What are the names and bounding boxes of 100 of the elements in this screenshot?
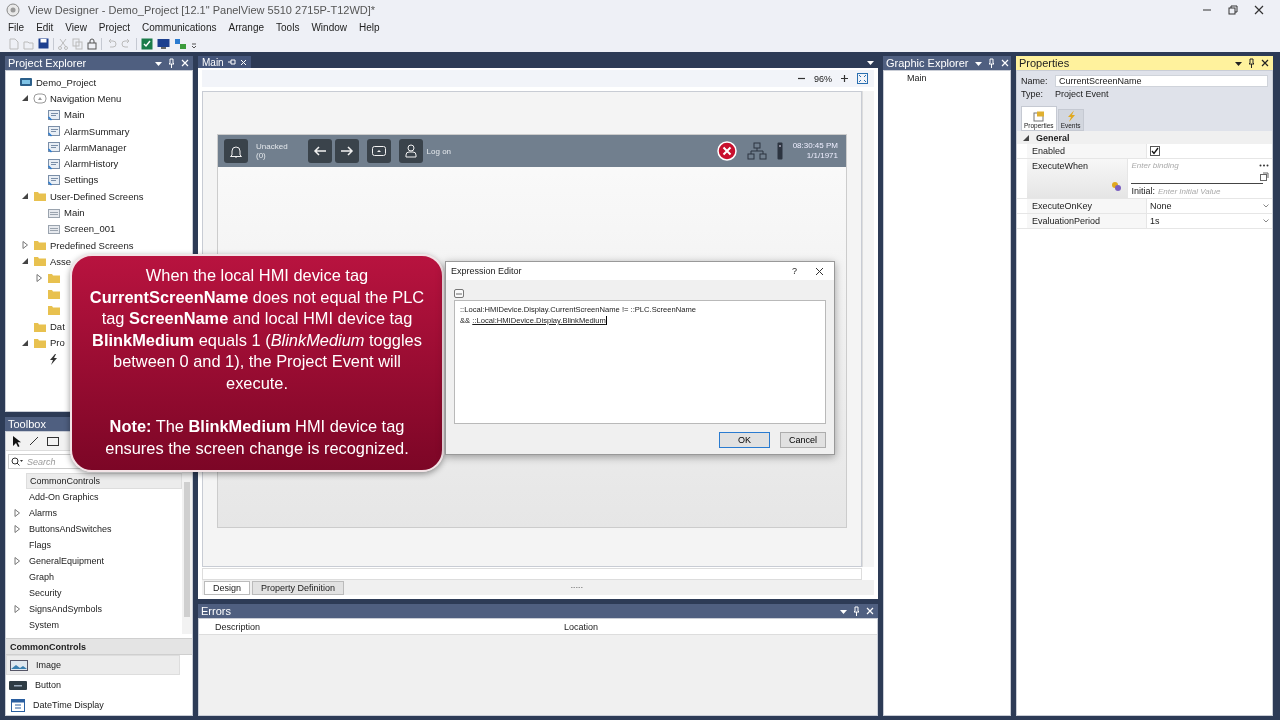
checkbox-icon[interactable] <box>141 37 153 50</box>
tree-item[interactable]: Main <box>64 207 85 218</box>
expand-icon[interactable] <box>1260 172 1269 181</box>
restore-icon[interactable] <box>1228 5 1238 15</box>
dropdown-icon[interactable] <box>155 59 162 67</box>
tree-item[interactable]: AlarmHistory <box>64 158 119 170</box>
toolbox-item[interactable]: Image <box>36 660 61 670</box>
menu-item[interactable]: Project <box>92 22 136 33</box>
initial-value-field[interactable]: Enter Initial Value <box>1158 186 1269 196</box>
close-icon[interactable] <box>815 266 824 276</box>
menu-item[interactable]: Help <box>353 22 386 33</box>
tree-item[interactable]: Pro <box>50 337 65 349</box>
browse-button[interactable] <box>454 289 464 298</box>
dialog-button[interactable]: Cancel <box>780 432 826 448</box>
dropdown-icon[interactable] <box>1235 59 1242 67</box>
menu-item[interactable]: Tools <box>270 22 306 33</box>
tree-item[interactable]: AlarmManager <box>64 141 127 153</box>
binding-field[interactable]: Enter binding <box>1131 161 1256 170</box>
tree-item[interactable]: Navigation Menu <box>50 92 122 104</box>
alarm-button[interactable] <box>224 139 248 163</box>
help-button[interactable]: ? <box>792 266 797 276</box>
tree-item[interactable]: Dat <box>50 321 65 333</box>
close-icon[interactable] <box>1254 5 1264 15</box>
forward-button[interactable] <box>334 139 359 163</box>
binding-icon[interactable] <box>1111 181 1123 192</box>
menu-item[interactable]: Window <box>305 22 353 33</box>
error-icon[interactable] <box>716 141 737 161</box>
pointer-icon[interactable] <box>12 434 21 448</box>
folder-icon <box>33 255 47 268</box>
monitor-icon[interactable] <box>157 37 170 50</box>
category-label: General <box>1036 132 1070 143</box>
column-header[interactable]: Description <box>211 621 560 632</box>
tree-item[interactable]: Settings <box>64 174 99 186</box>
menu-item[interactable]: File <box>2 22 31 33</box>
zoom-in-icon[interactable] <box>840 74 849 83</box>
lock-icon[interactable] <box>87 37 97 50</box>
expander-icon[interactable] <box>20 93 30 104</box>
screen-link-icon <box>47 141 61 154</box>
scrollbar[interactable] <box>182 472 192 634</box>
toolbox-category[interactable]: ButtonsAndSwitches <box>26 522 115 536</box>
alarm-count: (0) <box>256 151 267 160</box>
type-value: Project Event <box>1055 88 1109 99</box>
toolbox-category[interactable]: Security <box>26 586 65 600</box>
menu-item[interactable]: Arrange <box>222 22 271 33</box>
button-icon <box>9 680 27 690</box>
tree-item[interactable]: Main <box>64 109 85 121</box>
close-icon[interactable] <box>1261 59 1269 67</box>
menu-item[interactable]: Edit <box>30 22 60 33</box>
checkbox[interactable] <box>1150 146 1160 156</box>
keyboard-button[interactable] <box>366 139 391 163</box>
view-tab[interactable]: Design <box>204 580 250 595</box>
name-field[interactable]: CurrentScreenName <box>1055 74 1268 87</box>
ellipsis-icon[interactable] <box>1259 164 1269 167</box>
toolbox-item[interactable]: DateTime Display <box>33 700 104 710</box>
back-button[interactable] <box>307 139 332 163</box>
chevron-down-icon[interactable] <box>1263 204 1269 208</box>
menu-item[interactable]: Communications <box>136 22 223 33</box>
menu-item[interactable]: View <box>59 22 93 33</box>
tree-item[interactable]: User-Defined Screens <box>50 190 144 202</box>
toolbox-category[interactable]: CommonControls <box>26 473 182 489</box>
dropdown[interactable]: 1s <box>1150 216 1259 226</box>
pin-icon[interactable] <box>1248 58 1255 68</box>
tree-item[interactable]: Screen_001 <box>64 223 116 235</box>
line-icon[interactable] <box>29 436 39 446</box>
tree-item[interactable]: AlarmSummary <box>64 125 130 137</box>
toolbox-category[interactable]: System <box>26 618 62 632</box>
folder-icon <box>33 239 47 252</box>
scrollbar[interactable] <box>202 568 862 580</box>
device-icon[interactable] <box>776 142 783 160</box>
fit-icon[interactable] <box>857 73 868 84</box>
rectangle-icon[interactable] <box>47 436 59 446</box>
right-arrow-icon <box>339 145 354 157</box>
toolbox-category[interactable]: Add-On Graphics <box>26 490 102 504</box>
tree-item[interactable]: Demo_Project <box>36 76 97 88</box>
toolbox-category[interactable]: GeneralEquipment <box>26 554 108 568</box>
toolbox-category[interactable]: Flags <box>26 538 54 552</box>
dropdown-icon[interactable] <box>867 58 874 66</box>
scrollbar[interactable] <box>862 91 874 567</box>
dropdown[interactable]: None <box>1150 201 1259 211</box>
tree-item[interactable]: Predefined Screens <box>50 239 134 251</box>
logon-button[interactable] <box>398 139 423 163</box>
tree-item[interactable]: Main <box>907 73 927 83</box>
dropdown-icon[interactable] <box>840 607 847 615</box>
expander-icon[interactable] <box>20 256 30 267</box>
dialog-button[interactable]: OK <box>719 432 770 448</box>
view-tab[interactable]: Property Definition <box>252 580 345 595</box>
lightning-icon <box>47 352 59 366</box>
toolbox-item[interactable]: Button <box>35 680 62 690</box>
tree-item[interactable]: Asse <box>50 255 72 267</box>
toolbox-category[interactable]: Graph <box>26 570 57 584</box>
column-header[interactable]: Location <box>560 621 599 632</box>
save-icon[interactable] <box>38 38 49 49</box>
calendar-icon <box>9 698 25 712</box>
toolbox-category[interactable]: Alarms <box>26 506 60 520</box>
window-title: View Designer - Demo_Project [12.1" PanelView 5510 2715P-T12WD]* <box>28 4 376 16</box>
dropdown-icon[interactable] <box>974 59 982 67</box>
chevron-down-icon[interactable] <box>1263 219 1269 223</box>
toolbox-category[interactable]: SignsAndSymbols <box>26 602 106 616</box>
expander-icon[interactable] <box>20 191 30 202</box>
network-icon[interactable] <box>174 37 187 50</box>
